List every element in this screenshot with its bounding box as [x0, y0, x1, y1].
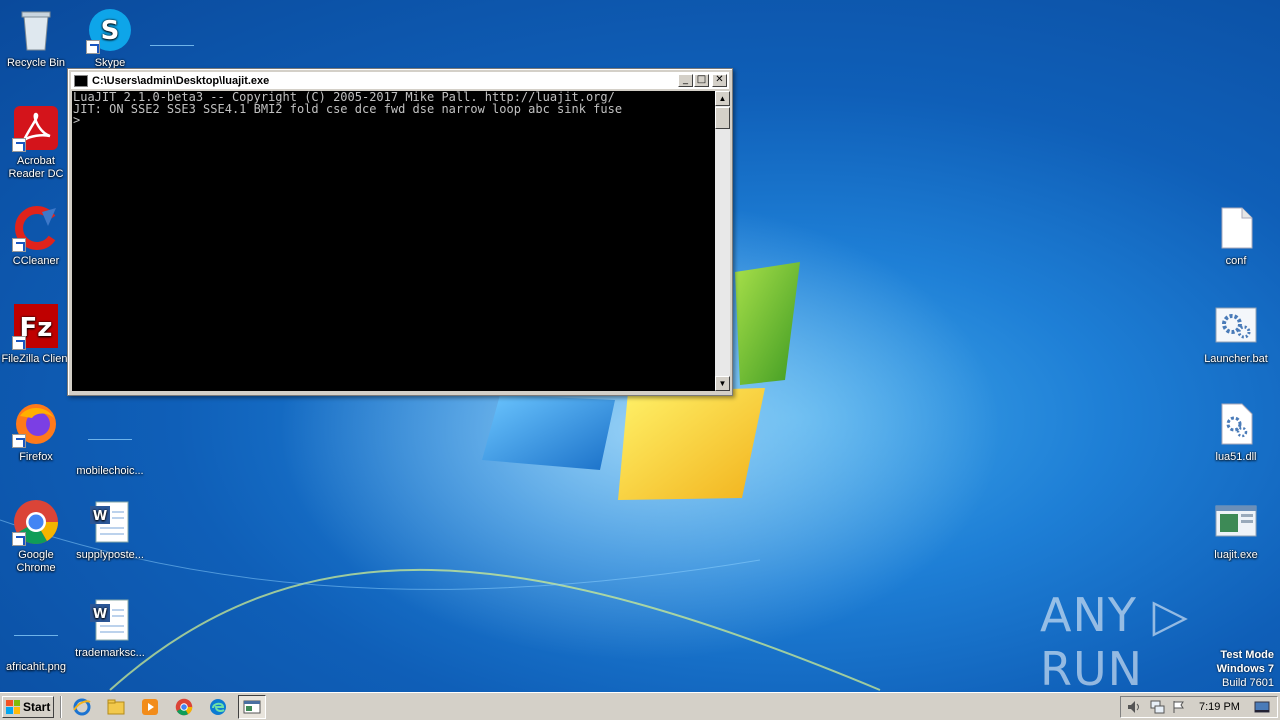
- image-icon: [12, 610, 60, 658]
- console-output[interactable]: LuaJIT 2.1.0-beta3 -- Copyright (C) 2005…: [72, 91, 715, 391]
- show-desktop-icon[interactable]: [1254, 700, 1270, 714]
- window-title: C:\Users\admin\Desktop\luajit.exe: [92, 74, 270, 87]
- shortcut-arrow-icon: [86, 40, 100, 54]
- desktop-icon-launcher-bat[interactable]: Launcher.bat: [1198, 302, 1274, 366]
- console-titlebar[interactable]: C:\Users\admin\Desktop\luajit.exe _ □ ✕: [71, 72, 729, 89]
- ie-icon[interactable]: [68, 695, 96, 719]
- start-button[interactable]: Start: [2, 695, 54, 718]
- word-doc-icon: W: [86, 498, 134, 546]
- maximize-button[interactable]: □: [694, 74, 709, 87]
- taskbar: Start 7:19 PM: [0, 692, 1280, 720]
- chrome-icon: [12, 498, 60, 546]
- scroll-thumb[interactable]: [715, 107, 730, 129]
- console-window[interactable]: C:\Users\admin\Desktop\luajit.exe _ □ ✕ …: [67, 68, 733, 396]
- desktop-icon-conf[interactable]: conf: [1198, 204, 1274, 268]
- desktop-icon-supplyposte[interactable]: W supplyposte...: [72, 498, 148, 562]
- minimize-button[interactable]: _: [678, 74, 693, 87]
- scroll-down-button[interactable]: ▼: [715, 376, 730, 391]
- ccleaner-icon: [12, 204, 60, 252]
- acrobat-icon: [12, 104, 60, 152]
- desktop-icon-filezilla[interactable]: Fz FileZilla Client: [0, 302, 74, 366]
- edge-icon[interactable]: [204, 695, 232, 719]
- scroll-up-button[interactable]: ▲: [715, 91, 730, 106]
- file-icon: [86, 414, 134, 462]
- explorer-icon[interactable]: [102, 695, 130, 719]
- desktop-icon-luajit-exe[interactable]: luajit.exe: [1198, 498, 1274, 562]
- desktop-icon-mobilechoic[interactable]: mobilechoic...: [72, 400, 148, 478]
- svg-text:W: W: [93, 509, 107, 524]
- desktop-icon-recycle-bin[interactable]: Recycle Bin: [0, 6, 74, 70]
- system-tray: 7:19 PM: [1120, 696, 1278, 718]
- console-prompt: >: [73, 113, 81, 127]
- shortcut-arrow-icon: [12, 238, 26, 252]
- desktop-icon-lua51-dll[interactable]: lua51.dll: [1198, 400, 1274, 464]
- batch-file-icon: [1212, 302, 1260, 350]
- word-doc-icon: W: [86, 596, 134, 644]
- desktop-icon-africahit[interactable]: africahit.png: [0, 596, 74, 674]
- console-app-icon: [74, 74, 88, 87]
- volume-icon[interactable]: [1127, 700, 1143, 714]
- desktop-icon-acrobat[interactable]: Acrobat Reader DC: [0, 104, 74, 181]
- windows-flag-icon: [6, 699, 20, 714]
- network-icon[interactable]: [1149, 700, 1165, 714]
- close-button[interactable]: ✕: [712, 74, 727, 87]
- shortcut-arrow-icon: [12, 434, 26, 448]
- filezilla-icon: Fz: [12, 302, 60, 350]
- file-icon: [148, 20, 196, 68]
- exe-file-icon: [1212, 498, 1260, 546]
- desktop-icon-firefox[interactable]: Firefox: [0, 400, 74, 464]
- desktop-icon-chrome[interactable]: Google Chrome: [0, 498, 74, 575]
- shortcut-arrow-icon: [12, 532, 26, 546]
- recycle-bin-icon: [12, 6, 60, 54]
- test-mode-watermark: Test Mode Windows 7 Build 7601: [1216, 649, 1274, 689]
- media-player-icon[interactable]: [136, 695, 164, 719]
- svg-text:S: S: [101, 16, 120, 46]
- desktop-icon-trademarksc[interactable]: W trademarksc...: [72, 596, 148, 660]
- console-line: JIT: ON SSE2 SSE3 SSE4.1 BMI2 fold cse d…: [73, 101, 623, 116]
- clock[interactable]: 7:19 PM: [1199, 701, 1240, 713]
- dll-file-icon: [1212, 400, 1260, 448]
- skype-icon: S: [86, 6, 134, 54]
- firefox-icon: [12, 400, 60, 448]
- chrome-icon[interactable]: [170, 695, 198, 719]
- console-window-icon[interactable]: [238, 694, 266, 719]
- vertical-scrollbar[interactable]: ▲ ▼: [715, 91, 730, 391]
- desktop-icon-ccleaner[interactable]: CCleaner: [0, 204, 74, 268]
- blank-file-icon: [1212, 204, 1260, 252]
- svg-text:W: W: [93, 607, 107, 622]
- taskbar-separator: [60, 695, 62, 718]
- action-center-flag-icon[interactable]: [1171, 700, 1187, 714]
- shortcut-arrow-icon: [12, 336, 26, 350]
- shortcut-arrow-icon: [12, 138, 26, 152]
